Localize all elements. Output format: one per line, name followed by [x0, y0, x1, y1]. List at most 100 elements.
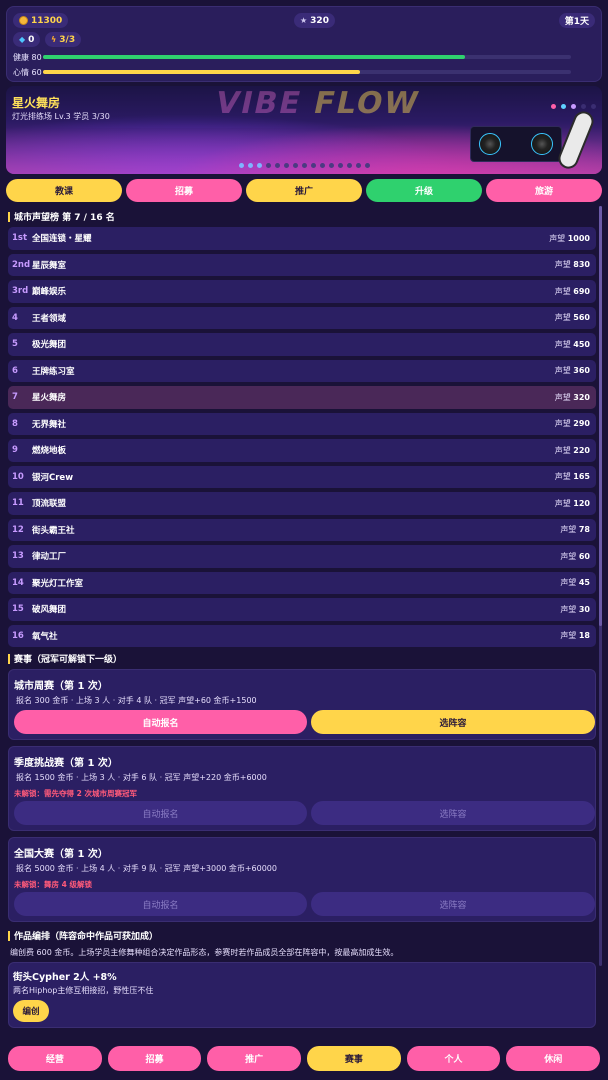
- rank-rep-label: 声望: [560, 525, 577, 535]
- theme-dots: [551, 104, 596, 109]
- rank-rep-label: 声望: [554, 498, 571, 508]
- rank-rep-label: 声望: [554, 419, 571, 429]
- ranking-row[interactable]: 5 极光舞团 声望 450: [8, 333, 596, 356]
- health-bar-fill: [43, 55, 466, 59]
- ranking-row[interactable]: 11 顶流联盟 声望 120: [8, 492, 596, 515]
- event-card-city-weekly: 城市周赛（第 1 次） 报名 300 金币 · 上场 3 人 · 对手 4 队 …: [8, 669, 596, 740]
- travel-button[interactable]: 旅游: [486, 179, 602, 202]
- rank-studio-name: 燃烧地板: [32, 446, 67, 457]
- day-pill: 第1天: [558, 13, 595, 28]
- teach-button[interactable]: 教课: [6, 179, 122, 202]
- rank-rep-label: 声望: [560, 631, 577, 641]
- event-desc: 报名 300 金币 · 上场 3 人 · 对手 4 队 · 冠军 声望+60 金…: [16, 696, 257, 705]
- nav-recruit[interactable]: 招募: [107, 1046, 202, 1071]
- rank-rep-value: 320: [573, 392, 590, 402]
- ranking-row[interactable]: 14 聚光灯工作室 声望 45: [8, 571, 596, 594]
- nav-promote[interactable]: 推广: [207, 1046, 302, 1071]
- rank-position: 3rd: [12, 286, 29, 297]
- upgrade-button[interactable]: 升级: [366, 179, 482, 202]
- rank-rep-label: 声望: [560, 551, 577, 561]
- rank-reputation: 声望 30: [560, 604, 590, 615]
- rank-rep-value: 690: [573, 286, 590, 296]
- rank-rep-value: 120: [573, 498, 590, 508]
- health-bar: [43, 55, 571, 59]
- auto-enroll-button[interactable]: 自动报名: [14, 710, 307, 734]
- rank-position: 6: [12, 365, 18, 376]
- ranking-row[interactable]: 13 律动工厂 声望 60: [8, 545, 596, 568]
- rank-rep-value: 450: [573, 339, 590, 349]
- ranking-row[interactable]: 8 无界舞社 声望 290: [8, 412, 596, 435]
- promote-button[interactable]: 推广: [246, 179, 362, 202]
- lightning-icon: ϟ: [51, 35, 57, 44]
- rank-studio-name: 星辰舞室: [32, 260, 67, 271]
- rank-reputation: 声望 360: [555, 365, 590, 376]
- rank-studio-name: 王者领域: [32, 313, 67, 324]
- rank-reputation: 声望 450: [555, 339, 590, 350]
- day-label: 第1天: [564, 17, 589, 27]
- ranking-row[interactable]: 15 破风舞团 声望 30: [8, 598, 596, 621]
- select-lineup-button[interactable]: 选阵容: [311, 710, 595, 734]
- rank-position: 8: [12, 418, 18, 429]
- dj-deck-image: [470, 126, 562, 162]
- rank-reputation: 声望 290: [555, 418, 590, 429]
- rank-studio-name: 氧气社: [32, 631, 58, 642]
- studio-info: 灯光排练场 Lv.3 学员 3/30: [12, 112, 110, 121]
- scrollbar-thumb[interactable]: [599, 206, 602, 626]
- studio-banner[interactable]: VIBE FLOW 星火舞房 灯光排练场 Lv.3 学员 3/30: [6, 86, 602, 174]
- ranking-row[interactable]: 16 氧气社 声望 18: [8, 624, 596, 647]
- ranking-row[interactable]: 2nd 星辰舞室 声望 830: [8, 253, 596, 276]
- ranking-row[interactable]: 6 王牌练习室 声望 360: [8, 359, 596, 382]
- rank-position: 15: [12, 604, 24, 615]
- health-label: 健康 80: [13, 53, 42, 62]
- ranking-row[interactable]: 12 街头霸王社 声望 78: [8, 518, 596, 541]
- event-card-quarterly: 季度挑战赛（第 1 次） 报名 1500 金币 · 上场 3 人 · 对手 6 …: [8, 746, 596, 831]
- ranking-row[interactable]: 4 王者领域 声望 560: [8, 306, 596, 329]
- select-lineup-button[interactable]: 选阵容: [311, 801, 595, 825]
- rank-studio-name: 全国连锁・星耀: [32, 234, 92, 245]
- rank-rep-value: 290: [573, 419, 590, 429]
- rank-rep-label: 声望: [554, 445, 571, 455]
- rank-rep-value: 60: [578, 551, 590, 561]
- mood-bar: [43, 70, 571, 74]
- rank-position: 2nd: [12, 259, 31, 270]
- stars-value: 320: [310, 15, 329, 26]
- nav-manage[interactable]: 经营: [8, 1046, 102, 1071]
- rank-studio-name: 街头霸王社: [32, 525, 75, 536]
- ranking-row[interactable]: 7 星火舞房 声望 320: [8, 386, 596, 409]
- work-title: 街头Cypher 2人 +8%: [13, 972, 117, 983]
- rank-rep-label: 声望: [560, 578, 577, 588]
- event-name: 季度挑战赛（第 1 次）: [14, 758, 118, 769]
- ranking-row[interactable]: 9 燃烧地板 声望 220: [8, 439, 596, 462]
- rank-rep-label: 声望: [560, 604, 577, 614]
- banner-pager[interactable]: [6, 163, 602, 168]
- gem-icon: ◆: [19, 35, 26, 44]
- rank-studio-name: 聚光灯工作室: [32, 578, 84, 589]
- nav-events[interactable]: 赛事: [307, 1046, 401, 1071]
- status-panel: 11300 ★ 320 第1天 ◆ 0 ϟ 3/3 健康 80 心情 60: [6, 6, 602, 82]
- rank-rep-value: 78: [578, 525, 590, 535]
- select-lineup-button[interactable]: 选阵容: [311, 892, 595, 916]
- nav-profile[interactable]: 个人: [406, 1046, 501, 1071]
- auto-enroll-button[interactable]: 自动报名: [14, 892, 307, 916]
- action-bar: 教课 招募 推广 升级 旅游: [6, 179, 602, 202]
- energy-pill: ϟ 3/3: [45, 32, 82, 47]
- graffiti-wall-art: VIBE FLOW: [212, 86, 424, 121]
- rank-rep-label: 声望: [554, 260, 571, 270]
- auto-enroll-button[interactable]: 自动报名: [14, 801, 307, 825]
- mood-bar-fill: [43, 70, 360, 74]
- rank-position: 12: [12, 524, 24, 535]
- ranking-row[interactable]: 1st 全国连锁・星耀 声望 1000: [8, 227, 596, 250]
- nav-leisure[interactable]: 休闲: [506, 1046, 601, 1071]
- choreograph-button[interactable]: 编创: [13, 1000, 49, 1022]
- rank-position: 10: [12, 471, 24, 482]
- rank-rep-value: 360: [573, 366, 590, 376]
- rank-studio-name: 无界舞社: [32, 419, 67, 430]
- recruit-button[interactable]: 招募: [126, 179, 242, 202]
- rank-reputation: 声望 220: [555, 445, 590, 456]
- ranking-row[interactable]: 10 银河Crew 声望 165: [8, 465, 596, 488]
- rank-reputation: 声望 45: [560, 577, 590, 588]
- event-name: 全国大赛（第 1 次）: [14, 849, 108, 860]
- scrollbar[interactable]: [599, 206, 602, 966]
- ranking-row[interactable]: 3rd 巅峰娱乐 声望 690: [8, 280, 596, 303]
- rank-rep-label: 声望: [554, 339, 571, 349]
